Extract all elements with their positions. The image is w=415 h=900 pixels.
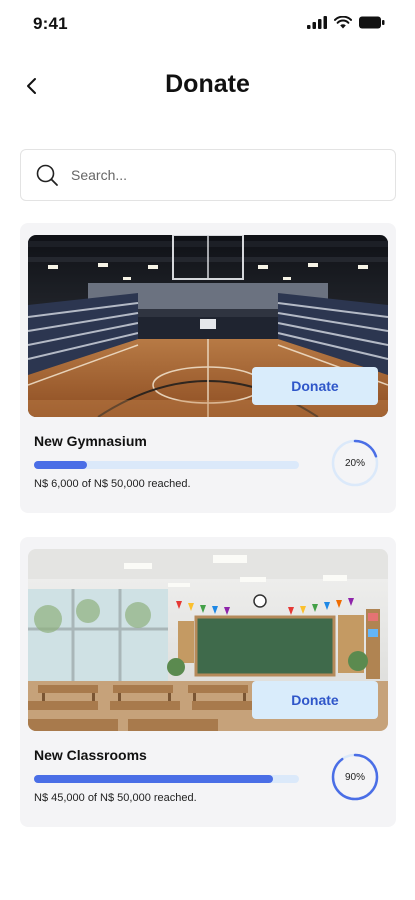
progress-fill [34, 775, 273, 783]
campaign-card: Donate New Gymnasium N$ 6,000 of N$ 50,0… [20, 223, 396, 513]
campaign-title: New Gymnasium [34, 433, 147, 449]
status-icons [307, 16, 385, 29]
percent-label: 90% [344, 771, 365, 783]
progress-fill [34, 461, 87, 469]
amount-raised: N$ 6,000 of N$ 50,000 reached. [34, 478, 191, 490]
header: Donate [0, 60, 415, 112]
battery-icon [359, 16, 385, 29]
amount-raised: N$ 45,000 of N$ 50,000 reached. [34, 792, 197, 804]
progress-bar [34, 775, 299, 783]
wifi-icon [334, 16, 352, 29]
search-bar[interactable] [20, 149, 396, 201]
search-icon [35, 163, 59, 187]
classroom-image: Donate [28, 549, 388, 731]
search-input[interactable] [71, 167, 351, 183]
percent-label: 20% [344, 457, 365, 469]
donate-button[interactable]: Donate [252, 681, 378, 719]
status-bar: 9:41 [0, 0, 415, 48]
progress-ring: 90% [330, 752, 380, 802]
progress-ring: 20% [330, 438, 380, 488]
status-time: 9:41 [33, 14, 68, 33]
campaign-card: Donate New Classrooms N$ 45,000 of N$ 50… [20, 537, 396, 827]
progress-bar [34, 461, 299, 469]
gymnasium-image: Donate [28, 235, 388, 417]
donate-button[interactable]: Donate [252, 367, 378, 405]
signal-icon [307, 16, 327, 29]
campaign-title: New Classrooms [34, 747, 147, 763]
page-title: Donate [165, 70, 250, 98]
